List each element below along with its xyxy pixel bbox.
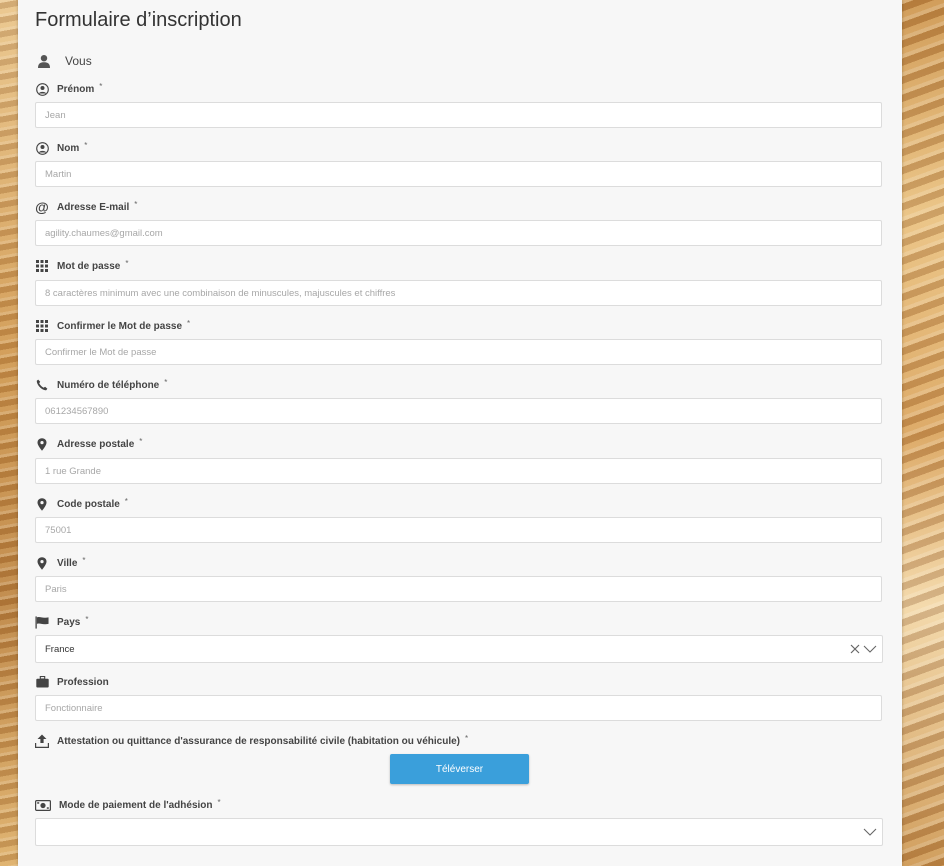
required-marker: * xyxy=(164,377,168,387)
keypad-icon xyxy=(35,259,49,273)
required-marker: * xyxy=(217,797,221,807)
postal-code-label: Code postale * xyxy=(35,495,128,513)
password-label: Mot de passe * xyxy=(35,257,128,275)
email-input[interactable] xyxy=(35,220,882,246)
insurance-label: Attestation ou quittance d'assurance de … xyxy=(35,732,468,750)
country-label: Pays * xyxy=(35,613,88,631)
country-select[interactable]: France xyxy=(35,635,883,663)
required-marker: * xyxy=(187,318,191,328)
password-confirm-label: Confirmer le Mot de passe * xyxy=(35,317,190,335)
email-label: @ Adresse E-mail * xyxy=(35,199,138,215)
required-marker: * xyxy=(134,199,138,209)
chevron-down-icon[interactable] xyxy=(863,827,877,837)
phone-label: Numéro de téléphone * xyxy=(35,376,167,394)
required-marker: * xyxy=(85,614,89,624)
phone-input[interactable] xyxy=(35,398,882,424)
at-icon: @ xyxy=(35,199,49,215)
briefcase-icon xyxy=(35,675,49,689)
map-pin-icon xyxy=(35,556,49,570)
nom-input[interactable] xyxy=(35,161,882,187)
phone-icon xyxy=(35,378,49,392)
postal-code-input[interactable] xyxy=(35,517,882,543)
city-input[interactable] xyxy=(35,576,882,602)
required-marker: * xyxy=(84,140,88,150)
prenom-input[interactable] xyxy=(35,102,882,128)
person-icon xyxy=(37,54,51,68)
payment-select[interactable] xyxy=(35,818,883,846)
background-wheat-left xyxy=(0,0,18,866)
required-marker: * xyxy=(125,258,129,268)
nom-label: Nom * xyxy=(35,139,87,157)
chevron-down-icon[interactable] xyxy=(863,644,877,654)
banknote-icon xyxy=(35,798,51,812)
map-pin-icon xyxy=(35,437,49,451)
section-label: Vous xyxy=(65,54,92,68)
profession-label: Profession xyxy=(35,673,109,691)
user-circle-icon xyxy=(35,141,49,155)
section-header-vous: Vous xyxy=(37,52,92,70)
prenom-label: Prénom * xyxy=(35,80,102,98)
payment-label: Mode de paiement de l'adhésion * xyxy=(35,796,221,814)
required-marker: * xyxy=(124,496,128,506)
background-wheat-right xyxy=(902,0,944,866)
city-label: Ville * xyxy=(35,554,86,572)
required-marker: * xyxy=(139,436,143,446)
keypad-icon xyxy=(35,319,49,333)
required-marker: * xyxy=(99,81,103,91)
map-pin-icon xyxy=(35,497,49,511)
password-input[interactable] xyxy=(35,280,882,306)
upload-icon xyxy=(35,734,49,748)
flag-icon xyxy=(35,615,49,629)
address-input[interactable] xyxy=(35,458,882,484)
country-selected-value: France xyxy=(45,643,75,655)
form-title: Formulaire d’inscription xyxy=(35,9,242,31)
clear-icon[interactable] xyxy=(849,643,861,655)
upload-button[interactable]: Téléverser xyxy=(390,754,529,784)
registration-form-panel: Formulaire d’inscription Vous Prénom * N… xyxy=(18,0,902,866)
required-marker: * xyxy=(465,733,469,743)
profession-input[interactable] xyxy=(35,695,882,721)
user-circle-icon xyxy=(35,82,49,96)
required-marker: * xyxy=(82,555,86,565)
password-confirm-input[interactable] xyxy=(35,339,882,365)
address-label: Adresse postale * xyxy=(35,435,142,453)
